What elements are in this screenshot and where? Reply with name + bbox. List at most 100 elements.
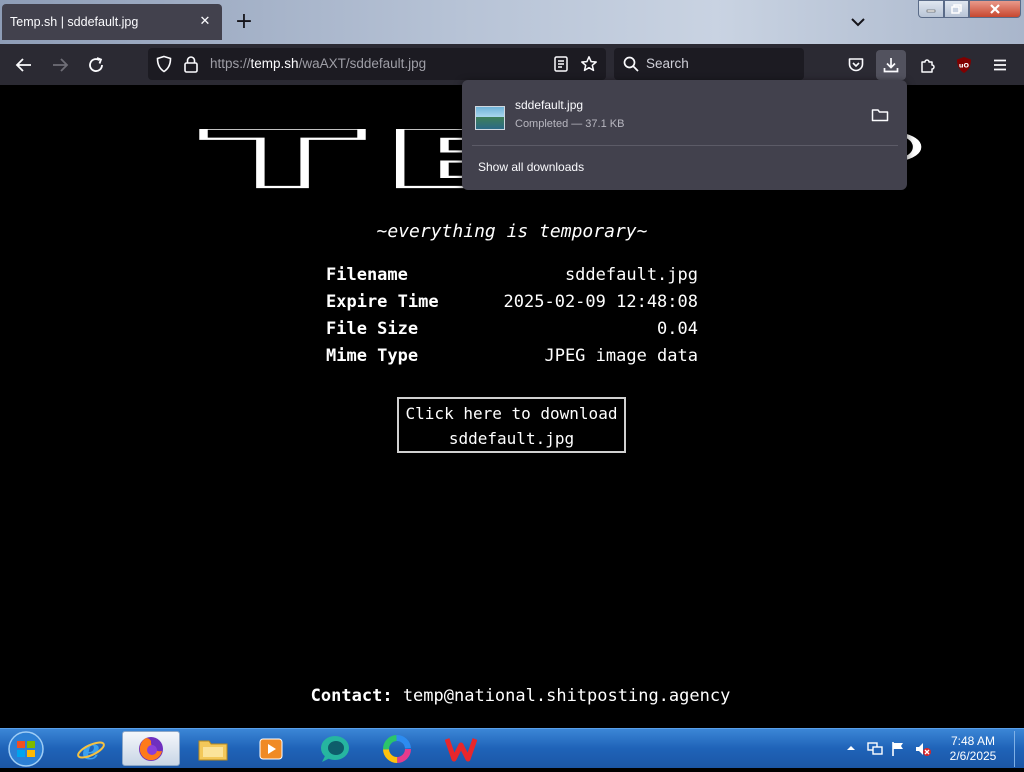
download-item-status: Completed — 37.1 KB	[515, 118, 625, 130]
contact-label: Contact:	[310, 686, 393, 706]
chat-bubble-icon	[321, 735, 349, 762]
info-row-file-size: File Size 0.04	[326, 316, 698, 343]
reload-button[interactable]	[83, 52, 109, 78]
info-row-mime-type: Mime Type JPEG image data	[326, 343, 698, 370]
firefox-icon	[139, 736, 163, 761]
info-row-expire-time: Expire Time 2025-02-09 12:48:08	[326, 289, 698, 316]
restore-icon	[951, 4, 962, 14]
arrow-left-icon	[15, 58, 31, 72]
tab-strip: Temp.sh | sddefault.jpg ✕ +	[0, 0, 1024, 44]
search-bar[interactable]: Search	[614, 48, 804, 80]
close-icon	[990, 4, 1000, 14]
download-link-line1: Click here to download	[405, 404, 618, 423]
media-player-icon	[259, 738, 283, 759]
tab-title: Temp.sh | sddefault.jpg	[10, 15, 139, 29]
panel-divider	[472, 145, 898, 146]
taskbar-media-player[interactable]	[244, 731, 298, 766]
tracking-protection-button[interactable]	[151, 51, 177, 77]
info-label: Filename	[326, 265, 408, 285]
ublock-origin-icon: uO	[957, 57, 971, 73]
download-icon	[883, 58, 899, 73]
show-in-folder-button[interactable]	[870, 105, 892, 127]
tagline: ~everything is temporary~	[376, 221, 648, 242]
tab-temp-sh[interactable]: Temp.sh | sddefault.jpg ✕	[2, 4, 222, 40]
minimize-button[interactable]	[918, 0, 944, 18]
folder-icon	[198, 740, 228, 760]
image-file-icon	[475, 106, 505, 130]
hamburger-menu-icon	[994, 59, 1006, 71]
info-label: File Size	[326, 319, 419, 339]
search-input[interactable]: Search	[646, 56, 689, 71]
forward-button[interactable]	[47, 52, 73, 78]
windows-orb-icon	[8, 731, 44, 767]
reload-icon	[89, 57, 103, 72]
ublock-origin-button[interactable]: uO	[951, 52, 977, 78]
wps-office-icon	[445, 737, 477, 761]
close-window-button[interactable]	[969, 0, 1021, 18]
reader-view-icon	[554, 56, 568, 72]
minimize-icon	[926, 9, 936, 13]
star-icon	[581, 56, 597, 72]
taskbar-file-explorer[interactable]	[186, 731, 240, 766]
arrow-right-icon	[53, 58, 69, 72]
nav-toolbar: https://temp.sh/waAXT/sddefault.jpg Sear…	[0, 44, 1024, 85]
window-controls	[918, 0, 1021, 18]
maximize-button[interactable]	[944, 0, 969, 18]
url-bar[interactable]: https://temp.sh/waAXT/sddefault.jpg	[148, 48, 606, 80]
reader-view-button[interactable]	[548, 51, 574, 77]
download-link-line2: sddefault.jpg	[448, 429, 575, 448]
folder-icon	[871, 109, 889, 122]
downloads-panel: sddefault.jpg Completed — 37.1 KB Show a…	[462, 80, 907, 190]
taskbar-browser-ring-app[interactable]	[370, 731, 424, 766]
show-desktop-button[interactable]	[1014, 731, 1023, 767]
bookmark-star-button[interactable]	[576, 51, 602, 77]
chevron-up-icon[interactable]	[846, 744, 856, 752]
taskbar-wps-office[interactable]	[434, 731, 488, 766]
clock-time: 7:48 AM	[950, 734, 996, 748]
download-item-filename[interactable]: sddefault.jpg	[515, 98, 583, 112]
taskbar-chat-app[interactable]	[308, 731, 362, 766]
info-value: 0.04	[657, 319, 698, 339]
search-icon	[623, 56, 639, 72]
taskbar: e 7:48 AM 2/6/2025	[0, 728, 1024, 768]
contact-email-link[interactable]: temp@national.shitposting.agency	[403, 686, 731, 706]
info-label: Expire Time	[326, 292, 439, 312]
info-value: JPEG image data	[544, 346, 698, 366]
app-menu-button[interactable]	[987, 52, 1013, 78]
pocket-icon	[848, 58, 864, 72]
internet-explorer-icon: e	[77, 734, 105, 764]
start-button[interactable]	[4, 730, 48, 768]
chevron-down-icon	[851, 18, 865, 27]
new-tab-button[interactable]: +	[232, 10, 256, 34]
file-info-table: Filename sddefault.jpg Expire Time 2025-…	[326, 262, 698, 370]
clock-date: 2/6/2025	[949, 749, 997, 763]
shield-icon	[156, 55, 172, 73]
url-scheme: https://	[210, 56, 251, 71]
site-info-button[interactable]	[178, 51, 204, 77]
info-label: Mime Type	[326, 346, 419, 366]
ublock-badge: uO	[959, 62, 970, 70]
puzzle-piece-icon	[921, 59, 935, 73]
action-center-flag-icon[interactable]	[890, 740, 906, 758]
taskbar-clock[interactable]: 7:48 AM 2/6/2025	[930, 734, 1016, 764]
color-ring-icon	[383, 734, 411, 763]
tab-close-icon[interactable]: ✕	[196, 13, 214, 31]
contact-line: Contact: temp@national.shitposting.agenc…	[0, 686, 1024, 706]
back-button[interactable]	[11, 52, 37, 78]
pocket-button[interactable]	[843, 52, 869, 78]
download-link-button[interactable]: Click here to download sddefault.jpg	[397, 397, 626, 453]
downloads-button[interactable]	[876, 50, 906, 80]
url-path: /waAXT/sddefault.jpg	[298, 56, 427, 71]
info-value: 2025-02-09 12:48:08	[503, 292, 698, 312]
taskbar-internet-explorer[interactable]: e	[64, 731, 118, 766]
url-text[interactable]: https://temp.sh/waAXT/sddefault.jpg	[210, 56, 426, 71]
info-value: sddefault.jpg	[564, 265, 698, 285]
lock-icon	[184, 56, 198, 73]
url-host: temp.sh	[250, 56, 299, 71]
list-all-tabs-button[interactable]	[846, 10, 870, 34]
svg-text:e: e	[82, 734, 100, 764]
extensions-button[interactable]	[915, 52, 941, 78]
taskbar-firefox[interactable]	[122, 731, 180, 766]
show-all-downloads-button[interactable]: Show all downloads	[478, 160, 584, 174]
network-icon[interactable]	[866, 741, 884, 757]
